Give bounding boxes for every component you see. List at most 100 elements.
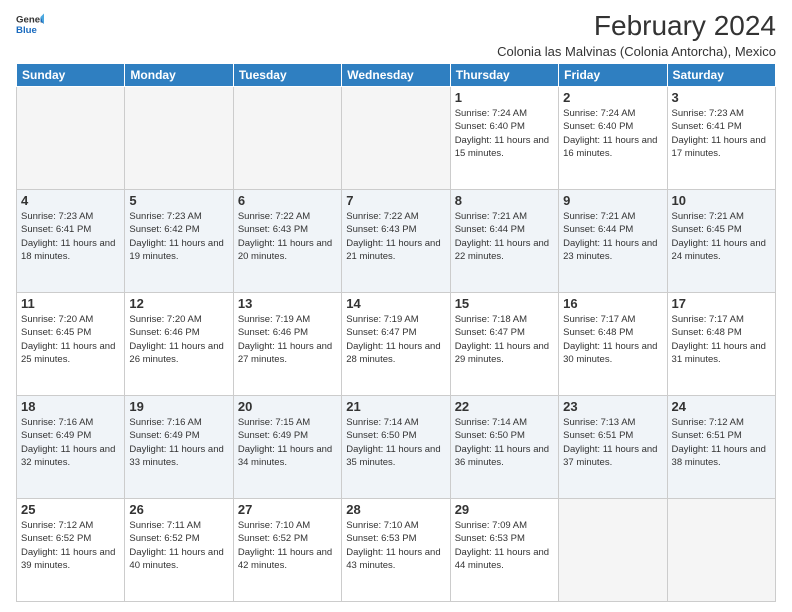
day-info: Sunrise: 7:22 AMSunset: 6:43 PMDaylight:… — [238, 210, 337, 263]
day-number: 4 — [21, 193, 120, 208]
day-info: Sunrise: 7:21 AMSunset: 6:45 PMDaylight:… — [672, 210, 771, 263]
col-thursday: Thursday — [450, 64, 558, 87]
calendar-cell: 14Sunrise: 7:19 AMSunset: 6:47 PMDayligh… — [342, 293, 450, 396]
day-info: Sunrise: 7:19 AMSunset: 6:47 PMDaylight:… — [346, 313, 445, 366]
calendar-cell: 23 Sunrise: 7:13 AMSunset: 6:51 PMDayligh… — [559, 396, 667, 499]
calendar-cell: 3 Sunrise: 7:23 AMSunset: 6:41 PMDaylight… — [667, 87, 775, 190]
calendar-cell: 17 Sunrise: 7:17 AMSunset: 6:48 PMDayligh… — [667, 293, 775, 396]
day-number: 12 — [129, 296, 228, 311]
day-info: Sunrise: 7:17 AMSunset: 6:48 PMDaylight:… — [672, 313, 771, 366]
calendar-cell: 13 Sunrise: 7:19 AMSunset: 6:46 PMDayligh… — [233, 293, 341, 396]
day-number: 22 — [455, 399, 554, 414]
calendar-cell — [17, 87, 125, 190]
day-info: Sunrise: 7:16 AMSunset: 6:49 PMDaylight:… — [21, 416, 120, 469]
calendar-week-3: 11 Sunrise: 7:20 AMSunset: 6:45 PMDayligh… — [17, 293, 776, 396]
day-number: 11 — [21, 296, 120, 311]
calendar-week-1: 1 Sunrise: 7:24 AMSunset: 6:40 PMDaylight… — [17, 87, 776, 190]
day-number: 23 — [563, 399, 662, 414]
day-info: Sunrise: 7:23 AMSunset: 6:41 PMDaylight:… — [21, 210, 120, 263]
day-number: 15 — [455, 296, 554, 311]
day-number: 1 — [455, 90, 554, 105]
day-number: 21 — [346, 399, 445, 414]
calendar-cell: 19 Sunrise: 7:16 AMSunset: 6:49 PMDayligh… — [125, 396, 233, 499]
day-info: Sunrise: 7:22 AMSunset: 6:43 PMDaylight:… — [346, 210, 445, 263]
header-row: Sunday Monday Tuesday Wednesday Thursday… — [17, 64, 776, 87]
day-info: Sunrise: 7:16 AMSunset: 6:49 PMDaylight:… — [129, 416, 228, 469]
calendar-cell: 1 Sunrise: 7:24 AMSunset: 6:40 PMDaylight… — [450, 87, 558, 190]
calendar-cell: 29Sunrise: 7:09 AMSunset: 6:53 PMDayligh… — [450, 499, 558, 602]
calendar-header: Sunday Monday Tuesday Wednesday Thursday… — [17, 64, 776, 87]
day-number: 29 — [455, 502, 554, 517]
calendar-cell: 5 Sunrise: 7:23 AMSunset: 6:42 PMDaylight… — [125, 190, 233, 293]
svg-text:Blue: Blue — [16, 25, 37, 36]
calendar-cell — [667, 499, 775, 602]
day-number: 17 — [672, 296, 771, 311]
day-number: 26 — [129, 502, 228, 517]
day-number: 3 — [672, 90, 771, 105]
day-number: 6 — [238, 193, 337, 208]
calendar-cell: 2Sunrise: 7:24 AMSunset: 6:40 PMDaylight… — [559, 87, 667, 190]
calendar-cell: 26 Sunrise: 7:11 AMSunset: 6:52 PMDayligh… — [125, 499, 233, 602]
calendar-cell: 16Sunrise: 7:17 AMSunset: 6:48 PMDayligh… — [559, 293, 667, 396]
calendar-cell: 22Sunrise: 7:14 AMSunset: 6:50 PMDayligh… — [450, 396, 558, 499]
day-info: Sunrise: 7:11 AMSunset: 6:52 PMDaylight:… — [129, 519, 228, 572]
calendar-cell: 25 Sunrise: 7:12 AMSunset: 6:52 PMDayligh… — [17, 499, 125, 602]
day-number: 20 — [238, 399, 337, 414]
calendar-cell: 11 Sunrise: 7:20 AMSunset: 6:45 PMDayligh… — [17, 293, 125, 396]
calendar-cell: 7 Sunrise: 7:22 AMSunset: 6:43 PMDaylight… — [342, 190, 450, 293]
calendar-cell: 12Sunrise: 7:20 AMSunset: 6:46 PMDayligh… — [125, 293, 233, 396]
day-info: Sunrise: 7:15 AMSunset: 6:49 PMDaylight:… — [238, 416, 337, 469]
calendar-cell: 6 Sunrise: 7:22 AMSunset: 6:43 PMDaylight… — [233, 190, 341, 293]
calendar-cell: 21 Sunrise: 7:14 AMSunset: 6:50 PMDayligh… — [342, 396, 450, 499]
calendar-cell — [559, 499, 667, 602]
day-info: Sunrise: 7:21 AMSunset: 6:44 PMDaylight:… — [455, 210, 554, 263]
calendar-week-4: 18Sunrise: 7:16 AMSunset: 6:49 PMDayligh… — [17, 396, 776, 499]
calendar-cell — [342, 87, 450, 190]
calendar-cell — [125, 87, 233, 190]
day-info: Sunrise: 7:13 AMSunset: 6:51 PMDaylight:… — [563, 416, 662, 469]
calendar-cell: 9Sunrise: 7:21 AMSunset: 6:44 PMDaylight… — [559, 190, 667, 293]
day-number: 25 — [21, 502, 120, 517]
subtitle: Colonia las Malvinas (Colonia Antorcha),… — [497, 44, 776, 59]
main-title: February 2024 — [497, 10, 776, 42]
day-number: 10 — [672, 193, 771, 208]
day-info: Sunrise: 7:24 AMSunset: 6:40 PMDaylight:… — [563, 107, 662, 160]
day-number: 13 — [238, 296, 337, 311]
day-info: Sunrise: 7:19 AMSunset: 6:46 PMDaylight:… — [238, 313, 337, 366]
day-info: Sunrise: 7:12 AMSunset: 6:52 PMDaylight:… — [21, 519, 120, 572]
col-sunday: Sunday — [17, 64, 125, 87]
calendar-week-2: 4 Sunrise: 7:23 AMSunset: 6:41 PMDaylight… — [17, 190, 776, 293]
generalblue-logo-icon: General Blue — [16, 10, 44, 38]
calendar-cell — [233, 87, 341, 190]
col-saturday: Saturday — [667, 64, 775, 87]
col-tuesday: Tuesday — [233, 64, 341, 87]
day-info: Sunrise: 7:12 AMSunset: 6:51 PMDaylight:… — [672, 416, 771, 469]
day-number: 27 — [238, 502, 337, 517]
day-number: 16 — [563, 296, 662, 311]
day-number: 24 — [672, 399, 771, 414]
day-info: Sunrise: 7:23 AMSunset: 6:42 PMDaylight:… — [129, 210, 228, 263]
day-number: 19 — [129, 399, 228, 414]
col-wednesday: Wednesday — [342, 64, 450, 87]
calendar-cell: 24 Sunrise: 7:12 AMSunset: 6:51 PMDayligh… — [667, 396, 775, 499]
day-number: 7 — [346, 193, 445, 208]
calendar-cell: 18Sunrise: 7:16 AMSunset: 6:49 PMDayligh… — [17, 396, 125, 499]
day-number: 8 — [455, 193, 554, 208]
day-info: Sunrise: 7:23 AMSunset: 6:41 PMDaylight:… — [672, 107, 771, 160]
day-info: Sunrise: 7:10 AMSunset: 6:52 PMDaylight:… — [238, 519, 337, 572]
day-info: Sunrise: 7:18 AMSunset: 6:47 PMDaylight:… — [455, 313, 554, 366]
page: General Blue February 2024 Colonia las M… — [0, 0, 792, 612]
svg-text:General: General — [16, 14, 44, 25]
calendar-cell: 8 Sunrise: 7:21 AMSunset: 6:44 PMDaylight… — [450, 190, 558, 293]
calendar-cell: 28Sunrise: 7:10 AMSunset: 6:53 PMDayligh… — [342, 499, 450, 602]
day-info: Sunrise: 7:24 AMSunset: 6:40 PMDaylight:… — [455, 107, 554, 160]
col-friday: Friday — [559, 64, 667, 87]
header: General Blue February 2024 Colonia las M… — [16, 10, 776, 59]
day-number: 5 — [129, 193, 228, 208]
day-info: Sunrise: 7:14 AMSunset: 6:50 PMDaylight:… — [346, 416, 445, 469]
logo: General Blue — [16, 10, 44, 38]
day-info: Sunrise: 7:20 AMSunset: 6:45 PMDaylight:… — [21, 313, 120, 366]
calendar-cell: 10 Sunrise: 7:21 AMSunset: 6:45 PMDayligh… — [667, 190, 775, 293]
day-info: Sunrise: 7:10 AMSunset: 6:53 PMDaylight:… — [346, 519, 445, 572]
title-block: February 2024 Colonia las Malvinas (Colo… — [497, 10, 776, 59]
